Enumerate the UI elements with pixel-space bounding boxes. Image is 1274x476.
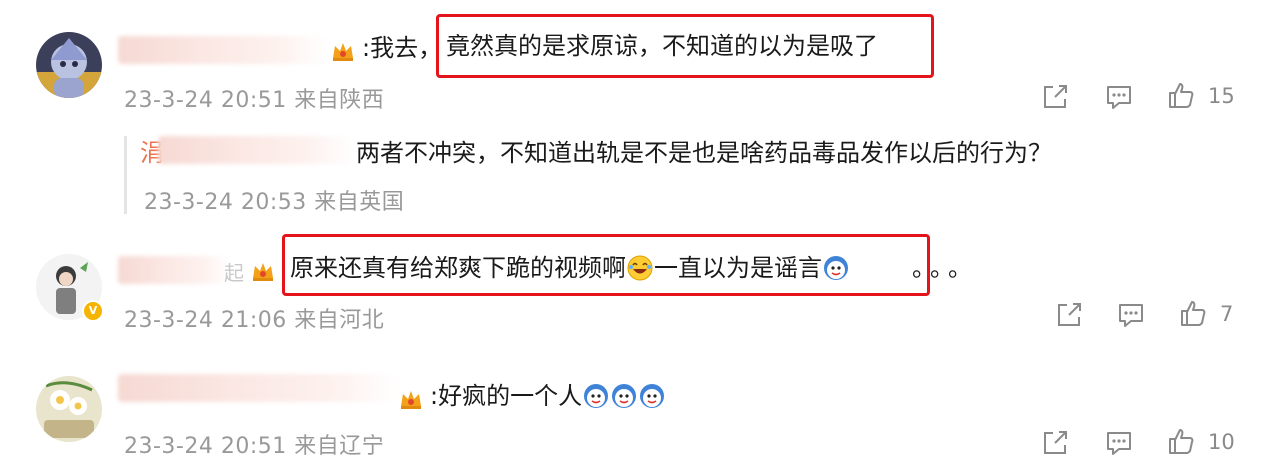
comment-highlighted-text-b: 一直以为是谣言 bbox=[654, 254, 822, 282]
vip-crown-icon bbox=[250, 258, 276, 284]
doge-emoji-icon bbox=[583, 383, 609, 409]
username-fragment[interactable]: 起 bbox=[224, 258, 244, 288]
comment-timestamp: 23-3-24 21:06 来自河北 bbox=[124, 308, 385, 333]
comment-text: 原来还真有给郑爽下跪的视频啊 一直以为是谣言 bbox=[290, 253, 850, 283]
comment-prefix: :我去， bbox=[362, 34, 443, 62]
comment-icon[interactable] bbox=[1104, 428, 1134, 458]
avatar[interactable] bbox=[36, 32, 102, 98]
like-count: 7 bbox=[1220, 302, 1234, 326]
username[interactable] bbox=[118, 36, 328, 64]
reply-timestamp: 23-3-24 20:53 来自英国 bbox=[144, 190, 405, 215]
username[interactable] bbox=[118, 256, 230, 284]
username[interactable] bbox=[118, 374, 400, 402]
doge-emoji-icon bbox=[823, 255, 849, 281]
reply-indicator bbox=[124, 136, 127, 214]
comment-body: :好疯的一个人 bbox=[430, 382, 583, 410]
comment-icon[interactable] bbox=[1116, 300, 1146, 330]
vip-crown-icon bbox=[398, 386, 424, 412]
laughing-emoji-icon bbox=[627, 255, 653, 281]
like-count: 15 bbox=[1208, 84, 1235, 108]
thumbs-up-icon[interactable] bbox=[1178, 298, 1208, 328]
share-icon[interactable] bbox=[1040, 428, 1070, 458]
comment-thread: :我去， 竟然真的是求原谅，不知道的以为是吸了 23-3-24 20:51 来自… bbox=[0, 0, 1274, 476]
vip-crown-icon bbox=[330, 38, 356, 64]
comment-icon[interactable] bbox=[1104, 82, 1134, 112]
like-count: 10 bbox=[1208, 430, 1235, 454]
share-icon[interactable] bbox=[1054, 300, 1084, 330]
doge-emoji-icon bbox=[639, 383, 665, 409]
verified-badge-icon: V bbox=[82, 300, 104, 322]
reply-text: 两者不冲突，不知道出轨是不是也是啥药品毒品发作以后的行为？ bbox=[356, 139, 1052, 167]
reply-username[interactable] bbox=[158, 136, 354, 164]
comment-timestamp: 23-3-24 20:51 来自辽宁 bbox=[124, 434, 385, 459]
doge-emoji-icon bbox=[611, 383, 637, 409]
comment-highlighted-text: 竟然真的是求原谅，不知道的以为是吸了 bbox=[446, 32, 878, 60]
thumbs-up-icon[interactable] bbox=[1166, 426, 1196, 456]
comment-timestamp: 23-3-24 20:51 来自陕西 bbox=[124, 88, 385, 113]
comment-suffix: 。。。 bbox=[912, 254, 978, 282]
avatar[interactable] bbox=[36, 376, 102, 442]
thumbs-up-icon[interactable] bbox=[1166, 80, 1196, 110]
comment-text: :好疯的一个人 bbox=[430, 381, 666, 411]
share-icon[interactable] bbox=[1040, 82, 1070, 112]
comment-highlighted-text-a: 原来还真有给郑爽下跪的视频啊 bbox=[290, 254, 626, 282]
